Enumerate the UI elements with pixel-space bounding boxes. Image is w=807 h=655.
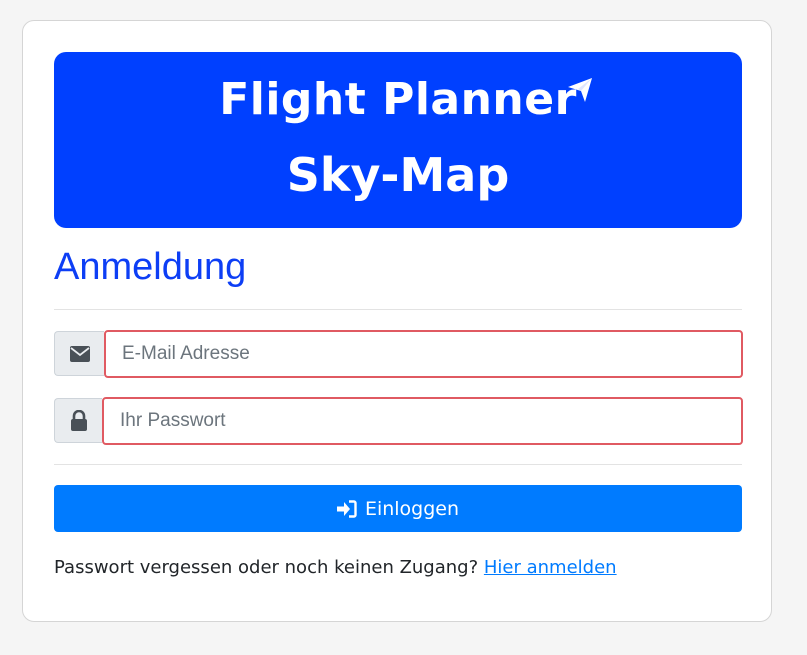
paper-plane-icon <box>568 78 592 102</box>
envelope-icon <box>69 345 90 362</box>
footer-question: Passwort vergessen oder noch keinen Zuga… <box>54 557 479 578</box>
app-subtitle: Sky-Map <box>286 148 510 202</box>
password-addon <box>54 398 102 443</box>
footer-text: Passwort vergessen oder noch keinen Zuga… <box>54 555 617 581</box>
password-group <box>54 397 743 445</box>
sign-in-icon <box>336 499 357 518</box>
login-button-label: Einloggen <box>364 497 460 520</box>
email-group <box>54 330 743 378</box>
app-banner: Flight Planner Sky-Map <box>54 52 742 228</box>
lock-icon <box>70 409 87 431</box>
divider <box>54 464 742 465</box>
app-title: Flight Planner <box>219 74 577 125</box>
login-button[interactable]: Einloggen <box>54 485 742 532</box>
divider <box>54 309 742 310</box>
email-addon <box>54 331 104 376</box>
email-field[interactable] <box>104 330 743 378</box>
page-title: Anmeldung <box>54 246 247 288</box>
password-field[interactable] <box>102 397 743 445</box>
register-link[interactable]: Hier anmelden <box>484 557 617 578</box>
login-card: Flight Planner Sky-Map Anmeldung E-Mail … <box>22 20 772 622</box>
